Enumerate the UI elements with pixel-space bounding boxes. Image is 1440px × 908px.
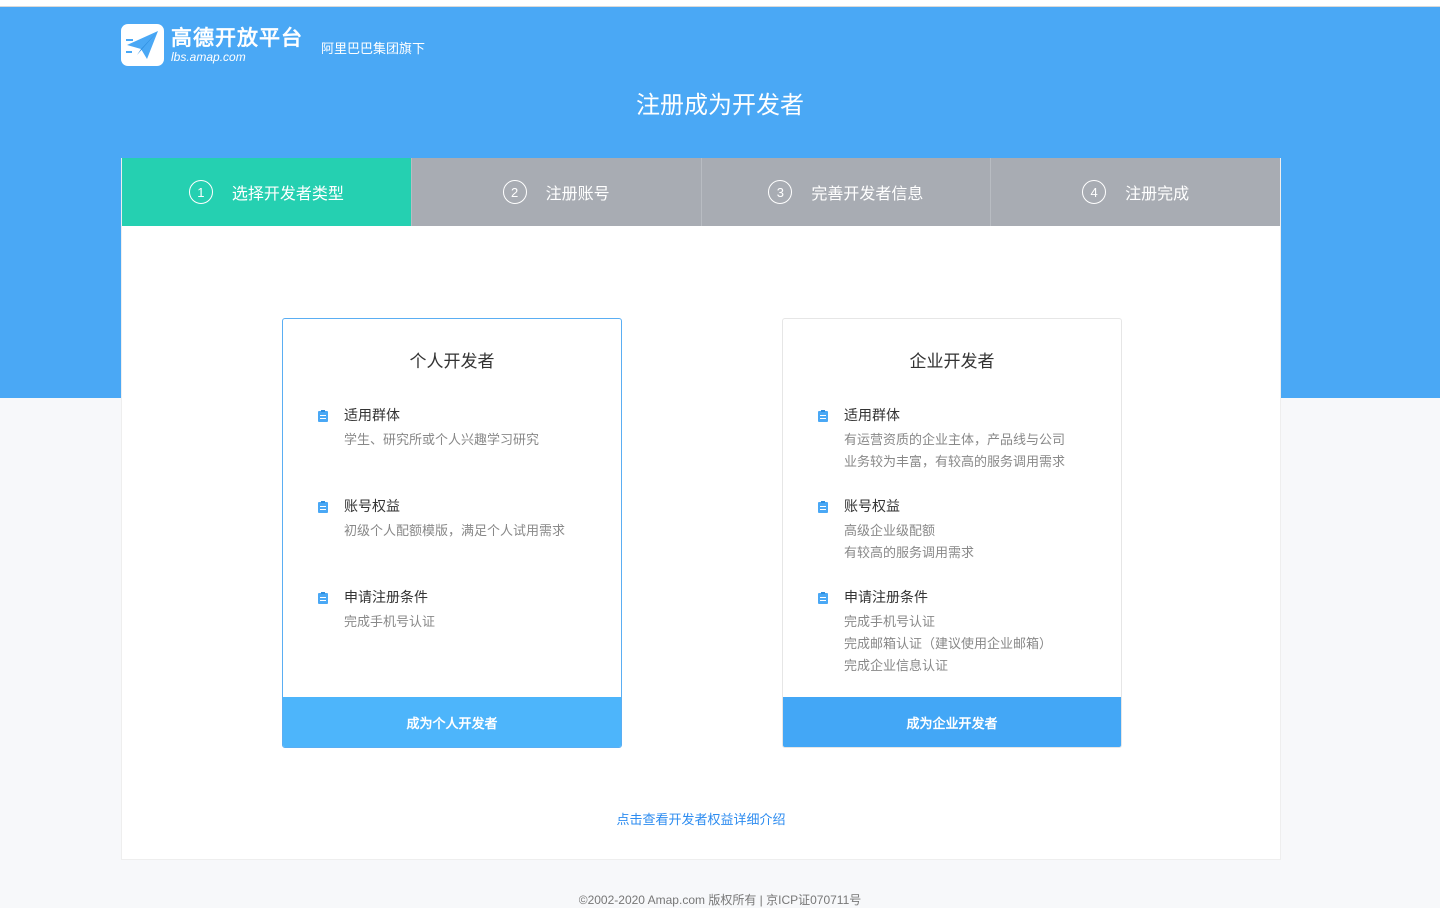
become-enterprise-developer-button[interactable]: 成为企业开发者: [783, 697, 1121, 747]
step-2: 2 注册账号: [411, 158, 702, 226]
become-personal-developer-button[interactable]: 成为个人开发者: [283, 697, 621, 747]
enterprise-developer-card[interactable]: 企业开发者 适用群体 有运营资质的企业主体，产品线与公司 业务较为丰富，有较高的…: [782, 318, 1122, 748]
step-label: 选择开发者类型: [231, 186, 344, 203]
clipboard-icon: [318, 500, 328, 513]
card-title: 个人开发者: [409, 352, 495, 371]
section-benefits: 账号权益 初级个人配额模版，满足个人试用需求: [318, 496, 608, 542]
section-audience: 适用群体 学生、研究所或个人兴趣学习研究: [318, 405, 608, 451]
section-heading: 账号权益: [344, 498, 400, 514]
step-number: 4: [1082, 180, 1107, 204]
section-text: 初级个人配额模版，满足个人试用需求: [344, 523, 566, 538]
section-heading: 适用群体: [344, 407, 400, 423]
step-number: 1: [188, 180, 213, 204]
section-requirements: 申请注册条件 完成手机号认证 完成邮箱认证（建议使用企业邮箱） 完成企业信息认证: [818, 587, 1108, 677]
step-label: 注册完成: [1125, 186, 1190, 203]
personal-developer-card[interactable]: 个人开发者 适用群体 学生、研究所或个人兴趣学习研究 账号权益 初级个人配额模版…: [282, 318, 622, 748]
section-text: 完成手机号认证: [844, 614, 936, 629]
section-heading: 申请注册条件: [844, 589, 928, 605]
section-text: 业务较为丰富，有较高的服务调用需求: [844, 454, 1066, 469]
page-title: 注册成为开发者: [636, 92, 804, 119]
section-text: 高级企业级配额: [844, 523, 936, 538]
section-text: 有较高的服务调用需求: [844, 545, 975, 560]
card-title: 企业开发者: [909, 352, 995, 371]
browser-top-edge: [0, 0, 1440, 7]
footer-copyright: ©2002-2020 Amap.com 版权所有 | 京ICP证070711号: [578, 893, 862, 907]
step-4: 4 注册完成: [991, 158, 1280, 226]
section-heading: 适用群体: [844, 407, 900, 423]
section-audience: 适用群体 有运营资质的企业主体，产品线与公司 业务较为丰富，有较高的服务调用需求: [818, 405, 1108, 473]
step-number: 3: [768, 180, 793, 204]
registration-panel: 1 选择开发者类型 2 注册账号 3 完善开发者信息 4 注册完成 个人开发者 …: [121, 158, 1281, 860]
clipboard-icon: [318, 409, 328, 422]
developer-benefits-link[interactable]: 点击查看开发者权益详细介绍: [122, 809, 1280, 828]
step-label: 完善开发者信息: [811, 186, 924, 203]
logo-url: lbs.amap.com: [171, 50, 246, 64]
logo-tagline: 阿里巴巴集团旗下: [321, 40, 426, 56]
logo[interactable]: 高德开放平台 lbs.amap.com 阿里巴巴集团旗下: [121, 24, 425, 66]
section-text: 完成手机号认证: [344, 614, 436, 629]
logo-name: 高德开放平台: [171, 27, 303, 50]
section-text: 完成邮箱认证（建议使用企业邮箱）: [844, 636, 1053, 651]
step-3: 3 完善开发者信息: [701, 158, 992, 226]
section-requirements: 申请注册条件 完成手机号认证: [318, 587, 608, 633]
step-number: 2: [502, 180, 527, 204]
clipboard-icon: [818, 500, 828, 513]
section-text: 学生、研究所或个人兴趣学习研究: [344, 432, 540, 447]
clipboard-icon: [318, 591, 328, 604]
step-label: 注册账号: [545, 186, 610, 203]
section-heading: 账号权益: [844, 498, 900, 514]
section-text: 完成企业信息认证: [844, 658, 949, 673]
step-1: 1 选择开发者类型: [122, 158, 412, 226]
section-heading: 申请注册条件: [344, 589, 428, 605]
clipboard-icon: [818, 591, 828, 604]
step-bar: 1 选择开发者类型 2 注册账号 3 完善开发者信息 4 注册完成: [122, 158, 1280, 226]
paper-plane-icon: [121, 24, 164, 66]
section-text: 有运营资质的企业主体，产品线与公司: [844, 432, 1066, 447]
clipboard-icon: [818, 409, 828, 422]
section-benefits: 账号权益 高级企业级配额 有较高的服务调用需求: [818, 496, 1108, 564]
